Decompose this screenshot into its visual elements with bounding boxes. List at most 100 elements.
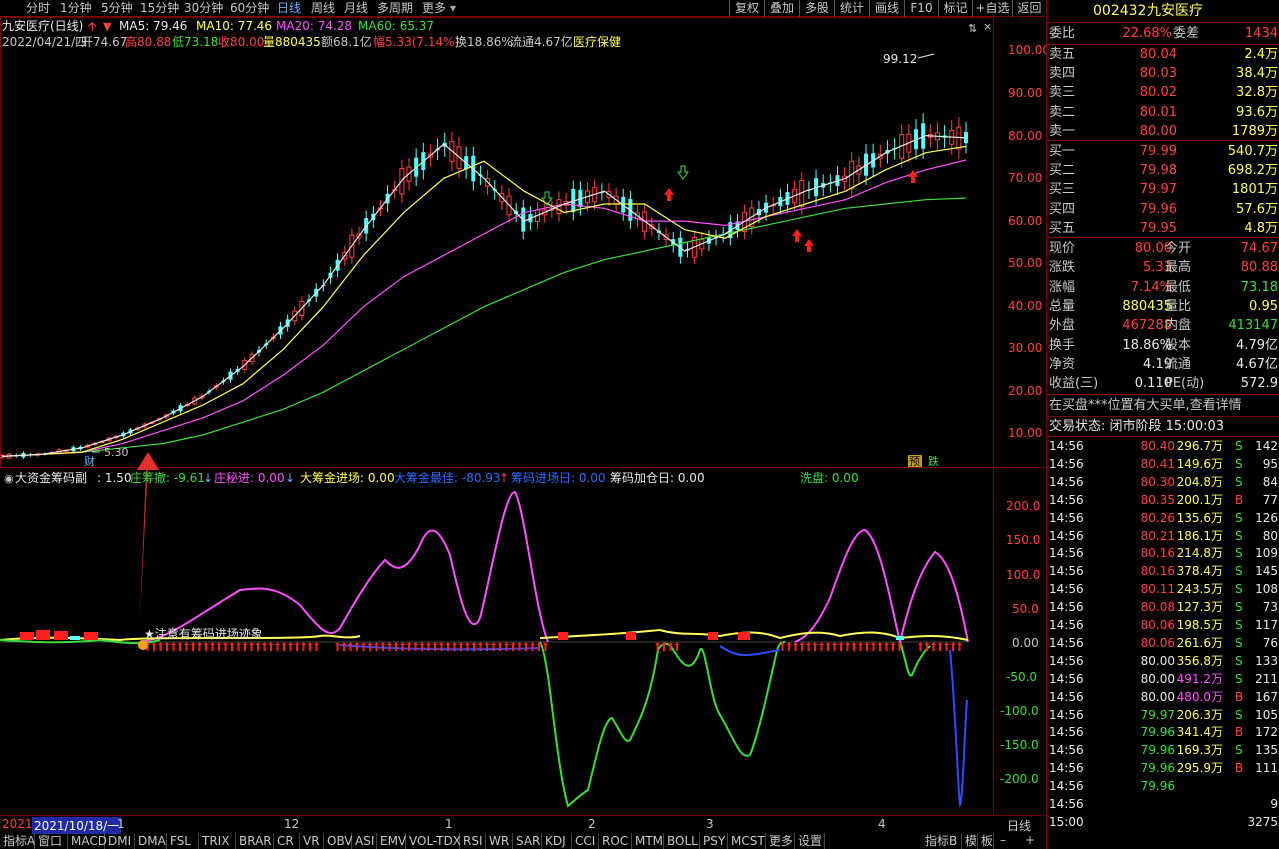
indicator-tab-15[interactable]: WR	[486, 833, 513, 849]
tick-time: 14:56	[1049, 671, 1084, 686]
bid-label: 买二	[1049, 163, 1076, 179]
small-up-arrow-icon	[864, 642, 870, 651]
tick-price: 80.16	[1140, 546, 1175, 561]
weicha-value: 1434	[1244, 26, 1278, 41]
period-tab-30min[interactable]: 30分钟	[184, 0, 223, 17]
indicator-tab-19[interactable]: ROC	[599, 833, 632, 849]
indicator-tab-18[interactable]: CCI	[572, 833, 599, 849]
collapse-icon[interactable]: ⇅	[968, 22, 977, 35]
bid-volume: 698.2万	[1227, 163, 1278, 179]
right-tab-2[interactable]: 板	[978, 833, 994, 849]
forecast-tag-label[interactable]: 预	[909, 455, 920, 468]
ask-row[interactable]: 卖一 80.00 1789万	[1047, 122, 1279, 141]
period-tab-daily[interactable]: 日线	[277, 0, 301, 17]
tick-side: S	[1235, 510, 1243, 525]
indicator-tab-8[interactable]: CR	[274, 833, 300, 849]
down-caret-icon[interactable]: ▼	[103, 20, 112, 33]
f10-button[interactable]: F10	[904, 0, 938, 17]
indicator-tab-17[interactable]: KDJ	[542, 833, 572, 849]
ask-row[interactable]: 卖五 80.04 2.4万	[1047, 45, 1279, 64]
indicator-tab-10[interactable]: OBV	[324, 833, 353, 849]
indicator-tab-2[interactable]: MACD	[68, 833, 107, 849]
more-chevron-icon[interactable]: ▾	[450, 0, 456, 17]
period-tab-weekly[interactable]: 周线	[311, 0, 335, 17]
ask-row[interactable]: 卖二 80.01 93.6万	[1047, 103, 1279, 122]
small-up-arrow-icon	[335, 642, 340, 651]
magenta-indicator-line	[139, 490, 549, 643]
ask-row[interactable]: 卖四 80.03 38.4万	[1047, 64, 1279, 83]
bid-row[interactable]: 买四 79.96 57.6万	[1047, 200, 1279, 219]
right-tab-1[interactable]: 模	[962, 833, 978, 849]
bid-row[interactable]: 买一 79.99 540.7万	[1047, 142, 1279, 161]
indicator-tab-5[interactable]: FSL	[167, 833, 199, 849]
back-button[interactable]: 返回	[1012, 0, 1046, 17]
overlay-button[interactable]: 叠加	[764, 0, 799, 17]
indicator-tab-7[interactable]: BRAR	[236, 833, 274, 849]
draw-line-button[interactable]: 画线	[869, 0, 904, 17]
indicator-tab-12[interactable]: EMV	[377, 833, 406, 849]
chart-area[interactable]: 100.00 90.00 80.00 70.00 60.00 50.00 40.…	[0, 17, 1046, 817]
notice-text[interactable]: 在买盘***位置有大买单,查看详情	[1049, 396, 1242, 415]
fuquan-button[interactable]: 复权	[729, 0, 764, 17]
bid-row[interactable]: 买三 79.97 1801万	[1047, 180, 1279, 199]
bid-row[interactable]: 买二 79.98 698.2万	[1047, 161, 1279, 180]
indicator-tab-23[interactable]: MCST	[728, 833, 766, 849]
indicator-tab-25[interactable]: 设置	[795, 833, 825, 849]
large-order-notice[interactable]: 在买盘***位置有大买单,查看详情	[1047, 396, 1279, 415]
close-icon[interactable]: ×	[983, 20, 992, 33]
bid-row[interactable]: 买五 79.95 4.8万	[1047, 219, 1279, 238]
indicator-tab-21[interactable]: BOLL	[664, 833, 700, 849]
cyan-bar	[896, 636, 904, 640]
bid-price: 79.96	[1139, 201, 1177, 217]
finance-tag-label[interactable]: 财	[84, 454, 95, 468]
indicator-tab-20[interactable]: MTM	[632, 833, 664, 849]
tick-count: 211	[1255, 671, 1278, 686]
main-y-axis: 100.00 90.00 80.00 70.00 60.00 50.00 40.…	[1008, 43, 1046, 440]
period-tab-1min[interactable]: 1分钟	[60, 0, 92, 17]
ask-label: 卖四	[1049, 66, 1076, 82]
ask-row[interactable]: 卖三 80.02 32.8万	[1047, 83, 1279, 102]
small-up-arrow-icon	[380, 642, 386, 651]
tick-volume: 491.2万	[1176, 671, 1223, 686]
indicator-tab-0[interactable]: 指标A	[0, 833, 35, 849]
indicator-tab-11[interactable]: ASI	[352, 833, 377, 849]
period-tab-monthly[interactable]: 月线	[344, 0, 368, 17]
tick-row: 14:56 80.06 198.5万 S 117	[1047, 616, 1279, 634]
mark-button[interactable]: 标记	[938, 0, 972, 17]
indicator-tab-6[interactable]: TRIX	[199, 833, 236, 849]
tick-volume: 127.3万	[1176, 600, 1223, 615]
ind-y-label: 0.00	[1012, 636, 1039, 650]
stock-header: 002432 九安医疗	[1047, 1, 1279, 21]
add-watchlist-button[interactable]: +自选	[972, 0, 1012, 17]
bid-label: 买四	[1049, 201, 1076, 217]
period-tab-60min[interactable]: 60分钟	[230, 0, 269, 17]
right-tab-0[interactable]: 指标B	[922, 833, 962, 849]
indicator-tab-24[interactable]: 更多	[766, 833, 795, 849]
indicator-tab-22[interactable]: PSY	[700, 833, 728, 849]
indicator-tab-9[interactable]: VR	[300, 833, 324, 849]
indicator-tab-3[interactable]: DMI	[105, 833, 135, 849]
statistics-button[interactable]: 统计	[834, 0, 869, 17]
period-tab-15min[interactable]: 15分钟	[140, 0, 179, 17]
zoom-out-icon[interactable]: –	[1000, 833, 1006, 847]
bid-price: 79.99	[1139, 144, 1177, 159]
zoom-in-icon[interactable]: +	[1025, 833, 1035, 847]
period-tab-fenshi[interactable]: 分时	[26, 0, 50, 17]
indicator-tab-14[interactable]: RSI	[460, 833, 486, 849]
ind-y-label: 150.0	[1006, 533, 1040, 547]
indicator-tab-16[interactable]: SAR	[513, 833, 542, 849]
period-tab-multi[interactable]: 多周期	[377, 0, 413, 17]
stat-label: 收益(三)	[1049, 376, 1099, 392]
indicator-expand-icon[interactable]: ◉	[4, 472, 14, 485]
period-tab-5min[interactable]: 5分钟	[101, 0, 133, 17]
stat-label: 外盘	[1049, 318, 1076, 334]
period-tab-more[interactable]: 更多	[422, 0, 446, 17]
small-up-arrow-icon	[793, 642, 798, 651]
drop-tag-label[interactable]: 跌	[928, 454, 939, 468]
tick-row: 14:56 80.00 491.2万 S 211	[1047, 670, 1279, 688]
indicator-tab-4[interactable]: DMA	[135, 833, 167, 849]
indicator-tab-13[interactable]: VOL-TDX	[406, 833, 461, 849]
bid-label: 买三	[1049, 182, 1076, 198]
indicator-tab-1[interactable]: 窗口	[35, 833, 68, 849]
multi-stock-button[interactable]: 多股	[799, 0, 834, 17]
